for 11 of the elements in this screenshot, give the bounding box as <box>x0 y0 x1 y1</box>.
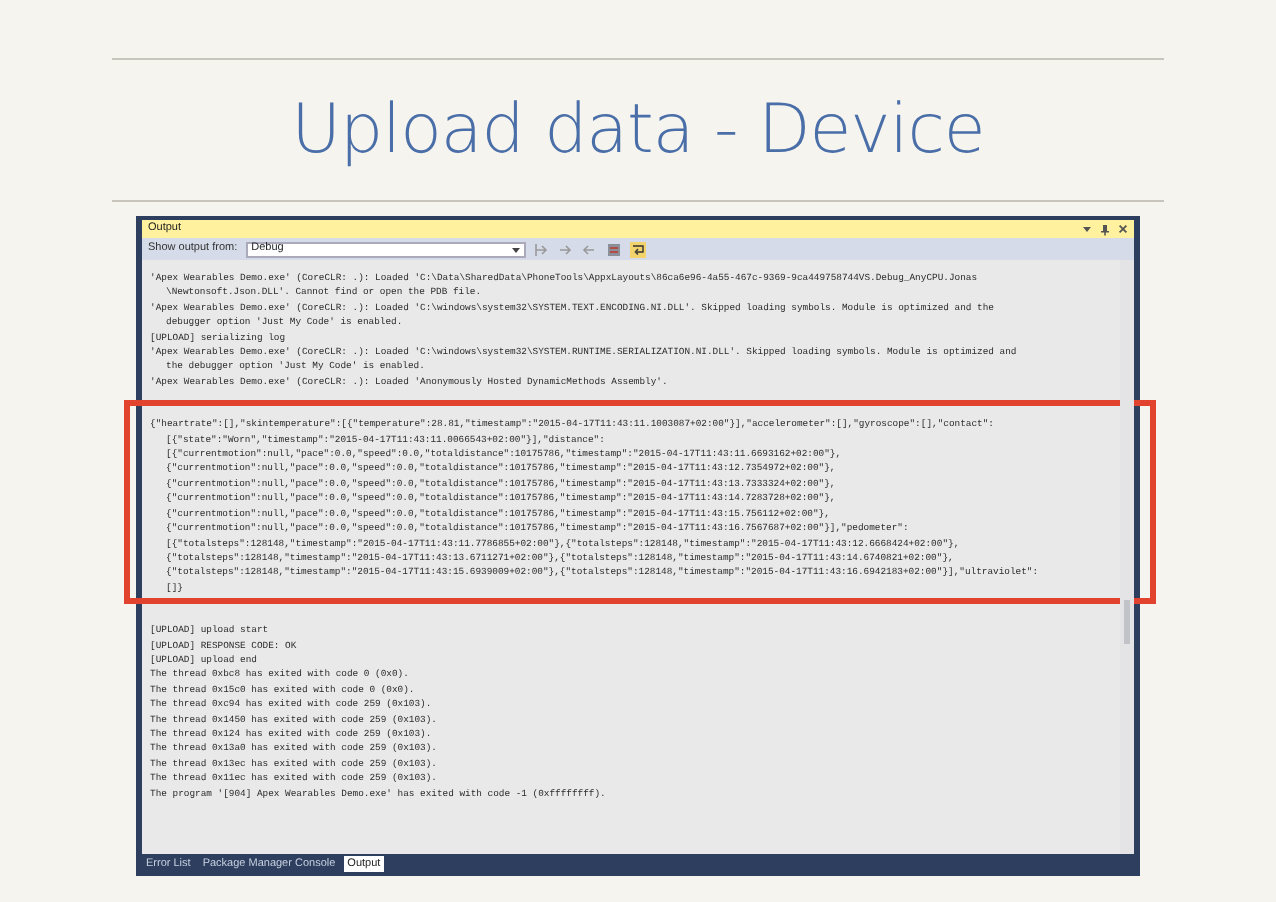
scrollbar[interactable] <box>1120 260 1134 854</box>
slide-title: Upload data - Device <box>291 87 985 173</box>
arrow-icon[interactable] <box>533 241 550 257</box>
caret-icon[interactable] <box>1082 224 1092 234</box>
arrow-icon[interactable] <box>557 241 574 257</box>
clear-icon[interactable] <box>605 241 622 257</box>
pin-icon[interactable] <box>1100 223 1110 235</box>
wrap-icon[interactable] <box>629 241 646 257</box>
close-icon[interactable] <box>1118 224 1128 234</box>
caret-icon <box>511 245 520 253</box>
arrow-icon[interactable] <box>581 241 598 257</box>
